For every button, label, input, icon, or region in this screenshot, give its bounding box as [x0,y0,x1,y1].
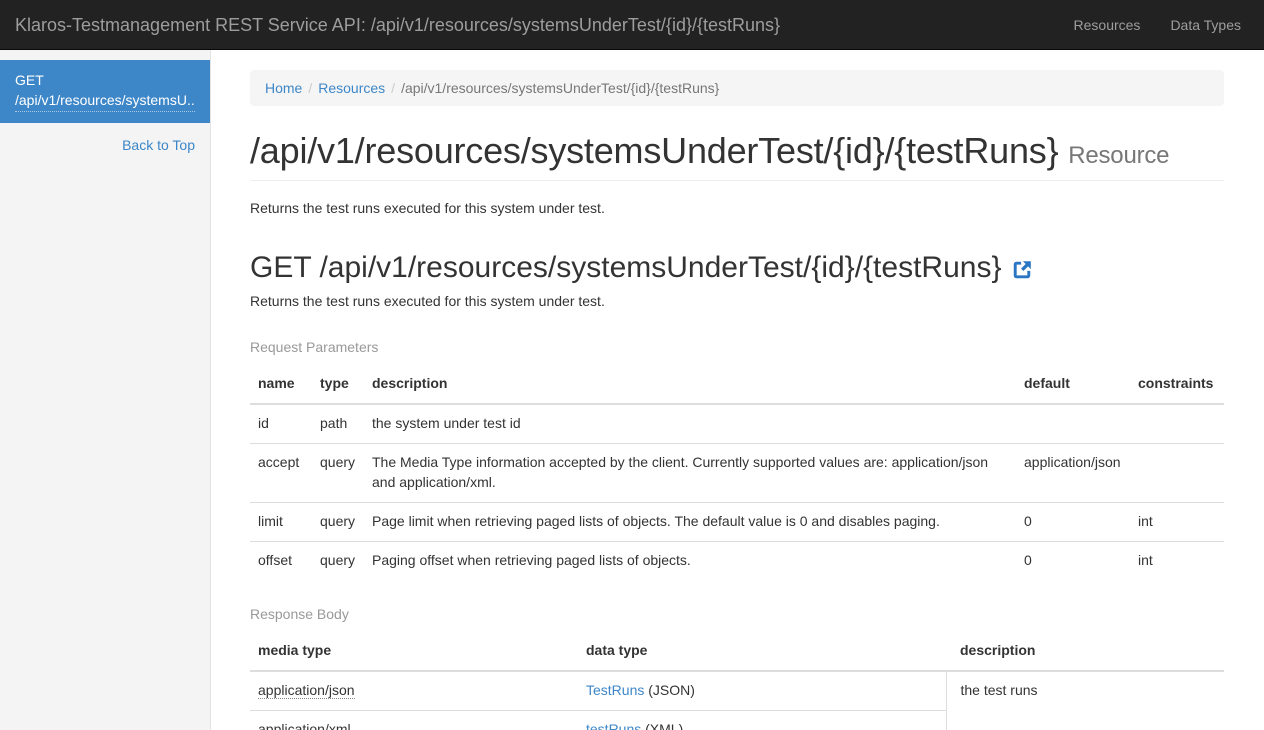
param-description: the system under test id [372,415,521,432]
param-type: query [312,540,364,580]
nav-link-data-types[interactable]: Data Types [1155,0,1256,50]
param-constraints: int [1130,540,1224,580]
col-header-default: default [1016,366,1130,406]
param-name: accept [250,442,312,503]
breadcrumb-item-current: /api/v1/resources/systemsUnderTest/{id}/… [401,80,720,96]
table-row: offset query Paging offset when retrievi… [250,540,1224,580]
resource-description: Returns the test runs executed for this … [250,199,605,216]
external-link-icon-svg [1014,261,1032,279]
breadcrumb-separator-2: / [391,80,396,96]
external-link-icon[interactable] [1011,259,1033,281]
param-description: The Media Type information accepted by t… [364,442,1016,503]
response-media-type: application/json [250,671,578,710]
param-type: path [320,415,348,432]
param-constraints [1130,442,1224,503]
main-content: Home / Resources / /api/v1/resources/sys… [211,50,1264,730]
back-to-top-link[interactable]: Back to Top [0,123,210,153]
sidebar-item-get-testruns[interactable]: GET /api/v1/resources/systemsU... [0,60,210,123]
param-description: Page limit when retrieving paged lists o… [364,501,1016,542]
param-default: application/json [1016,442,1130,503]
sidebar-item-method: GET [15,72,44,88]
breadcrumb-item-home[interactable]: Home [265,78,302,98]
table-row: accept query The Media Type information … [250,442,1224,503]
param-default: 0 [1016,540,1130,580]
param-name: offset [250,540,312,580]
navbar-nav: Resources Data Types [1059,0,1264,50]
data-type-format-json: (JSON) [648,682,695,699]
nav-item-resources[interactable]: Resources [1059,0,1156,50]
method-description: Returns the test runs executed for this … [250,293,605,310]
breadcrumb-link-resources[interactable]: Resources [318,80,385,96]
col-header-media-type: media type [250,633,578,673]
table-header-row: media type data type description [250,633,1224,673]
navbar-brand[interactable]: Klaros-Testmanagement REST Service API: … [0,15,795,35]
page-title-subtitle: Resource [1068,142,1170,169]
response-data-type: testRuns (XML) [578,710,946,730]
param-type: query [312,501,364,542]
response-data-type: TestRuns (JSON) [578,671,946,710]
response-description: the test runs [945,671,1224,730]
table-row: limit query Page limit when retrieving p… [250,501,1224,542]
breadcrumb-separator-1: / [308,80,313,96]
page-header: /api/v1/resources/systemsUnderTest/{id}/… [250,131,1224,181]
sidebar: GET /api/v1/resources/systemsU... Back t… [0,50,211,730]
param-description: Paging offset when retrieving paged list… [364,540,1016,580]
table-header-row: name type description default constraint… [250,366,1224,406]
response-media-type: application/xml [250,710,578,730]
nav-item-data-types[interactable]: Data Types [1155,0,1256,50]
breadcrumb: Home / Resources / /api/v1/resources/sys… [250,70,1224,106]
request-parameters-table: name type description default constraint… [250,366,1224,580]
col-header-type: type [312,366,364,406]
top-navbar: Klaros-Testmanagement REST Service API: … [0,0,1264,50]
data-type-link-json[interactable]: TestRuns [586,682,644,698]
col-header-data-type: data type [578,633,946,673]
breadcrumb-link-home[interactable]: Home [265,80,302,96]
breadcrumb-item-resources[interactable]: Resources [318,78,385,98]
data-type-link-xml[interactable]: testRuns [586,721,641,730]
param-type: query [312,442,364,503]
param-constraints: int [1130,501,1224,542]
param-name: limit [250,501,312,542]
method-heading: GET /api/v1/resources/systemsUnderTest/{… [250,251,1224,284]
param-name: id [258,415,269,432]
data-type-format-xml: (XML) [645,721,684,730]
col-header-name: name [250,366,312,406]
response-body-table: media type data type description applica… [250,633,1224,730]
media-type-abbr[interactable]: application/xml [258,721,351,730]
col-header-constraints: constraints [1130,366,1224,406]
media-type-abbr[interactable]: application/json [258,682,355,700]
table-row: application/json TestRuns (JSON) the tes… [250,671,1224,730]
param-constraints [1130,404,1224,443]
table-row: id path the system under test id [250,404,1224,443]
request-parameters-label: Request Parameters [250,339,379,356]
method-heading-text: GET /api/v1/resources/systemsUnderTest/{… [250,251,1002,285]
sidebar-item-path: /api/v1/resources/systemsU... [15,90,195,112]
col-header-description: description [946,633,1224,673]
param-default: 0 [1016,501,1130,542]
col-header-description: description [364,366,1016,406]
nav-link-resources[interactable]: Resources [1059,0,1156,50]
response-body-label: Response Body [250,606,349,623]
param-default [1016,404,1130,443]
page-title-text: /api/v1/resources/systemsUnderTest/{id}/… [250,130,1059,171]
page-title: /api/v1/resources/systemsUnderTest/{id}/… [250,131,1224,171]
